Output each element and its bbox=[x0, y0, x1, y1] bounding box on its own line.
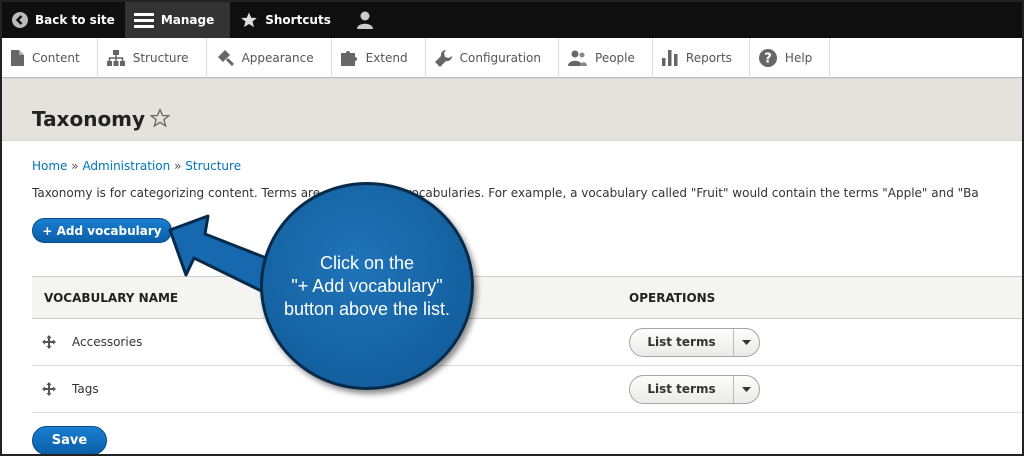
callout-line: "+ Add vocabulary" bbox=[291, 275, 443, 296]
callout-line: Click on the bbox=[319, 252, 415, 273]
callout-line: button above the list. bbox=[283, 298, 451, 319]
callout-arrow-icon bbox=[168, 214, 304, 306]
tutorial-callout: Click on the "+ Add vocabulary" button a… bbox=[260, 182, 474, 390]
browser-frame: Back to site Manage Shortcuts Content St… bbox=[0, 0, 1024, 456]
